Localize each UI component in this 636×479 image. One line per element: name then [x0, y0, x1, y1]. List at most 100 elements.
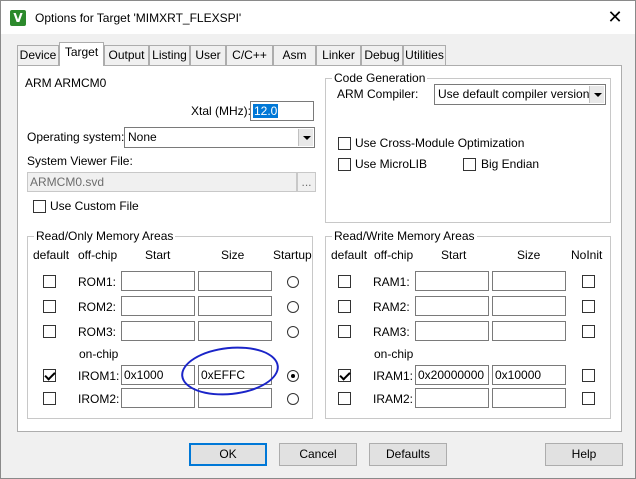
- tab-linker[interactable]: Linker: [316, 45, 361, 65]
- os-value: None: [128, 130, 157, 144]
- big-endian-label: Big Endian: [481, 157, 540, 171]
- ram3-default-checkbox[interactable]: [338, 325, 351, 338]
- iram2-label: IRAM2:: [373, 392, 414, 406]
- ram2-label: RAM2:: [373, 300, 410, 314]
- rom1-label: ROM1:: [78, 275, 117, 289]
- rom2-start-input[interactable]: [121, 296, 195, 316]
- irom1-startup-radio[interactable]: [287, 370, 299, 382]
- code-generation-title: Code Generation: [332, 71, 428, 85]
- rom2-startup-radio[interactable]: [287, 301, 299, 313]
- iram1-size-input[interactable]: 0x10000: [492, 365, 566, 385]
- microlib-label: Use MicroLIB: [355, 157, 428, 171]
- ram2-noinit-checkbox[interactable]: [582, 300, 595, 313]
- rw-memory-title: Read/Write Memory Areas: [332, 229, 477, 243]
- ram3-noinit-checkbox[interactable]: [582, 325, 595, 338]
- irom2-start-input[interactable]: [121, 388, 195, 408]
- rw-header-default: default: [331, 248, 368, 262]
- svd-label: System Viewer File:: [27, 154, 133, 168]
- irom1-label: IROM1:: [78, 369, 120, 383]
- ro-header-startup: Startup: [273, 248, 312, 262]
- tab-cpp[interactable]: C/C++: [226, 45, 273, 65]
- rom1-default-checkbox[interactable]: [43, 275, 56, 288]
- help-button[interactable]: Help: [545, 443, 623, 466]
- compiler-label: ARM Compiler:: [337, 87, 419, 101]
- rom2-default-checkbox[interactable]: [43, 300, 56, 313]
- target-tab-panel: ARM ARMCM0 Xtal (MHz): 12.0 Operating sy…: [17, 65, 622, 432]
- cross-module-checkbox[interactable]: [338, 137, 351, 150]
- close-icon[interactable]: ✕: [595, 5, 635, 31]
- compiler-select[interactable]: Use default compiler version 5: [434, 84, 606, 105]
- keil-app-icon: V: [10, 10, 26, 26]
- iram2-noinit-checkbox[interactable]: [582, 392, 595, 405]
- ro-header-start: Start: [145, 248, 171, 262]
- rw-header-noinit: NoInit: [571, 248, 603, 262]
- iram1-label: IRAM1:: [373, 369, 414, 383]
- rom1-start-input[interactable]: [121, 271, 195, 291]
- ram1-label: RAM1:: [373, 275, 410, 289]
- ro-header-default: default: [33, 248, 70, 262]
- irom2-startup-radio[interactable]: [287, 393, 299, 405]
- tab-debug[interactable]: Debug: [361, 45, 403, 65]
- cancel-button[interactable]: Cancel: [279, 443, 357, 466]
- custom-file-label: Use Custom File: [50, 199, 139, 213]
- svd-browse-button: ...: [297, 172, 316, 192]
- ro-memory-title: Read/Only Memory Areas: [34, 229, 176, 243]
- ro-onchip-label: on-chip: [79, 347, 119, 361]
- rom3-startup-radio[interactable]: [287, 326, 299, 338]
- iram2-default-checkbox[interactable]: [338, 392, 351, 405]
- rom2-label: ROM2:: [78, 300, 117, 314]
- tab-utilities[interactable]: Utilities: [403, 45, 446, 65]
- os-select[interactable]: None: [124, 127, 315, 148]
- big-endian-checkbox[interactable]: [463, 158, 476, 171]
- options-dialog: V Options for Target 'MIMXRT_FLEXSPI' ✕ …: [0, 0, 636, 479]
- ro-header-size: Size: [221, 248, 245, 262]
- rw-header-offchip: off-chip: [374, 248, 414, 262]
- tab-device[interactable]: Device: [17, 45, 59, 65]
- irom2-default-checkbox[interactable]: [43, 392, 56, 405]
- window-title: Options for Target 'MIMXRT_FLEXSPI': [35, 11, 242, 25]
- tab-asm[interactable]: Asm: [273, 45, 316, 65]
- irom1-default-checkbox[interactable]: [43, 369, 56, 382]
- rom2-size-input[interactable]: [198, 296, 272, 316]
- ram2-default-checkbox[interactable]: [338, 300, 351, 313]
- rw-header-start: Start: [441, 248, 467, 262]
- ram3-size-input[interactable]: [492, 321, 566, 341]
- rom3-size-input[interactable]: [198, 321, 272, 341]
- custom-file-checkbox[interactable]: [33, 200, 46, 213]
- xtal-label: Xtal (MHz):: [191, 104, 251, 118]
- rom1-startup-radio[interactable]: [287, 276, 299, 288]
- ram3-start-input[interactable]: [415, 321, 489, 341]
- rom3-default-checkbox[interactable]: [43, 325, 56, 338]
- read-write-memory-group: Read/Write Memory Areas default off-chip…: [325, 229, 611, 419]
- ram2-start-input[interactable]: [415, 296, 489, 316]
- microlib-checkbox[interactable]: [338, 158, 351, 171]
- xtal-input[interactable]: 12.0: [250, 101, 314, 121]
- rom1-size-input[interactable]: [198, 271, 272, 291]
- ram1-default-checkbox[interactable]: [338, 275, 351, 288]
- ram2-size-input[interactable]: [492, 296, 566, 316]
- compiler-value: Use default compiler version 5: [438, 87, 600, 101]
- iram2-start-input[interactable]: [415, 388, 489, 408]
- iram1-default-checkbox[interactable]: [338, 369, 351, 382]
- cross-module-label: Use Cross-Module Optimization: [355, 136, 525, 150]
- read-only-memory-group: Read/Only Memory Areas default off-chip …: [27, 229, 313, 419]
- tab-target[interactable]: Target: [59, 42, 104, 66]
- tab-output[interactable]: Output: [104, 45, 149, 65]
- iram1-start-input[interactable]: 0x20000000: [415, 365, 489, 385]
- tab-user[interactable]: User: [190, 45, 226, 65]
- rw-onchip-label: on-chip: [374, 347, 414, 361]
- ok-button[interactable]: OK: [189, 443, 267, 466]
- ram1-size-input[interactable]: [492, 271, 566, 291]
- ram1-start-input[interactable]: [415, 271, 489, 291]
- defaults-button[interactable]: Defaults: [369, 443, 447, 466]
- ram1-noinit-checkbox[interactable]: [582, 275, 595, 288]
- chevron-down-icon: [589, 86, 604, 103]
- iram2-size-input[interactable]: [492, 388, 566, 408]
- rom3-label: ROM3:: [78, 325, 117, 339]
- tab-listing[interactable]: Listing: [149, 45, 190, 65]
- svd-file-input: ARMCM0.svd: [27, 172, 297, 192]
- xtal-value: 12.0: [253, 104, 279, 118]
- os-label: Operating system:: [27, 130, 125, 144]
- rom3-start-input[interactable]: [121, 321, 195, 341]
- iram1-noinit-checkbox[interactable]: [582, 369, 595, 382]
